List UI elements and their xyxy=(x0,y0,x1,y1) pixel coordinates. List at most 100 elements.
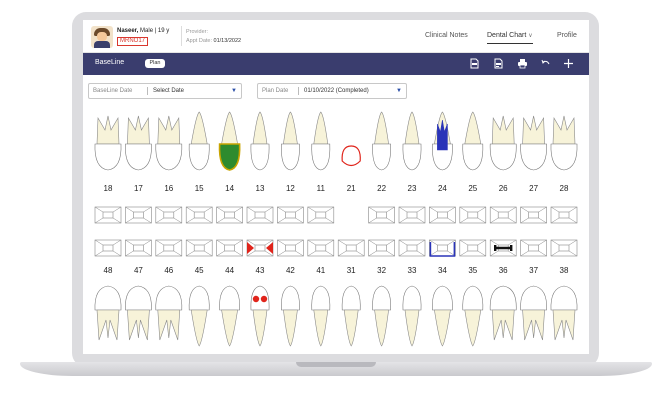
tooth-number-27[interactable]: 27 xyxy=(522,184,546,193)
tooth-44-root xyxy=(221,309,238,347)
tooth-number-21[interactable]: 21 xyxy=(339,184,363,193)
tooth-27-root xyxy=(522,115,545,145)
tooth-28-crown xyxy=(550,143,578,171)
tooth-number-43[interactable]: 43 xyxy=(248,266,272,275)
tooth-number-13[interactable]: 13 xyxy=(248,184,272,193)
tooth-35-crown xyxy=(462,285,484,311)
tooth-number-38[interactable]: 38 xyxy=(552,266,576,275)
tooth-number-16[interactable]: 16 xyxy=(157,184,181,193)
tooth-number-18[interactable]: 18 xyxy=(96,184,120,193)
tooth-13-root xyxy=(252,111,268,145)
surface-grid-37-center xyxy=(528,244,539,252)
tooth-43-root xyxy=(252,309,268,347)
tooth-number-32[interactable]: 32 xyxy=(370,266,394,275)
tooth-number-25[interactable]: 25 xyxy=(461,184,485,193)
surface-grid-31-center xyxy=(345,244,357,252)
tooth-number-23[interactable]: 23 xyxy=(400,184,424,193)
tooth-11-crown xyxy=(311,143,331,171)
tooth-number-11[interactable]: 11 xyxy=(309,184,333,193)
tooth-16-root xyxy=(157,115,181,145)
tooth-38-crown xyxy=(550,285,578,311)
surface-grid-24-center xyxy=(437,211,448,219)
surface-grid-46-center xyxy=(163,244,175,252)
tooth-31-crown xyxy=(341,285,361,311)
tooth-22-crown xyxy=(372,143,391,171)
tooth-44-crown xyxy=(219,285,240,311)
surface-grid-22-center xyxy=(376,211,387,219)
tooth-37-root xyxy=(522,309,545,341)
tooth-14-crown xyxy=(218,143,241,171)
surface-grid-34-center xyxy=(437,244,448,252)
tooth-13-crown xyxy=(250,143,270,171)
tooth-47-crown xyxy=(125,285,152,311)
tooth-15-crown xyxy=(188,143,210,171)
tooth-45-crown xyxy=(188,285,210,311)
tooth-11-root xyxy=(313,111,329,145)
tooth-number-48[interactable]: 48 xyxy=(96,266,120,275)
tooth-number-15[interactable]: 15 xyxy=(187,184,211,193)
tooth-18-crown xyxy=(94,143,122,171)
tooth-31-root xyxy=(343,309,359,347)
tooth-38-root xyxy=(552,309,576,341)
tooth-22-root xyxy=(374,111,389,145)
tooth-23-crown xyxy=(402,143,422,171)
tooth-number-34[interactable]: 34 xyxy=(430,266,454,275)
tooth-26-root xyxy=(491,115,515,145)
surface-grid-18-center xyxy=(102,211,114,219)
tooth-number-12[interactable]: 12 xyxy=(278,184,302,193)
tooth-number-17[interactable]: 17 xyxy=(126,184,150,193)
tooth-42-crown xyxy=(281,285,300,311)
surface-grid-35-center xyxy=(467,244,479,252)
tooth-number-26[interactable]: 26 xyxy=(491,184,515,193)
surface-grid-14-center xyxy=(224,211,235,219)
surface-grid-15-center xyxy=(193,211,205,219)
tooth-28-root xyxy=(552,115,576,145)
tooth-36-root xyxy=(491,309,515,341)
surface-grid-48-center xyxy=(102,244,114,252)
tooth-17-crown xyxy=(125,143,152,171)
surface-grid-17-center xyxy=(133,211,144,219)
app-screen: Naseer, Male | 19 y MRNO17 Provider: App… xyxy=(83,20,589,354)
tooth-43-filling-right xyxy=(260,295,268,303)
tooth-number-31[interactable]: 31 xyxy=(339,266,363,275)
tooth-46-crown xyxy=(155,285,183,311)
tooth-number-36[interactable]: 36 xyxy=(491,266,515,275)
tooth-number-33[interactable]: 33 xyxy=(400,266,424,275)
surface-grid-23-center xyxy=(406,211,418,219)
surface-grid-13-center xyxy=(254,211,266,219)
surface-grid-44-center xyxy=(224,244,235,252)
tooth-number-24[interactable]: 24 xyxy=(430,184,454,193)
tooth-number-42[interactable]: 42 xyxy=(278,266,302,275)
surface-grid-11-center xyxy=(315,211,327,219)
surface-grid-25-center xyxy=(467,211,479,219)
tooth-number-44[interactable]: 44 xyxy=(218,266,242,275)
surface-grid-26-center xyxy=(497,211,509,219)
tooth-number-41[interactable]: 41 xyxy=(309,266,333,275)
tooth-14-root xyxy=(221,111,238,145)
tooth-number-22[interactable]: 22 xyxy=(370,184,394,193)
tooth-25-root xyxy=(464,111,482,145)
tooth-32-root xyxy=(374,309,389,347)
surface-grid-27-center xyxy=(528,211,539,219)
tooth-number-45[interactable]: 45 xyxy=(187,266,211,275)
tooth-number-28[interactable]: 28 xyxy=(552,184,576,193)
tooth-number-47[interactable]: 47 xyxy=(126,266,150,275)
tooth-12-root xyxy=(283,111,298,145)
tooth-33-crown xyxy=(402,285,422,311)
tooth-48-crown xyxy=(94,285,122,311)
tooth-43-filling-left xyxy=(252,295,260,303)
tooth-number-14[interactable]: 14 xyxy=(218,184,242,193)
surface-grid-16-center xyxy=(163,211,175,219)
surface-grid-12-center xyxy=(285,211,296,219)
laptop-notch xyxy=(296,362,376,367)
tooth-26-crown xyxy=(489,143,517,171)
surface-grid-28-center xyxy=(558,211,570,219)
tooth-number-35[interactable]: 35 xyxy=(461,266,485,275)
tooth-18-root xyxy=(96,115,120,145)
tooth-37-crown xyxy=(520,285,547,311)
tooth-35-root xyxy=(464,309,482,347)
tooth-27-crown xyxy=(520,143,547,171)
tooth-17-root xyxy=(127,115,150,145)
tooth-number-46[interactable]: 46 xyxy=(157,266,181,275)
tooth-number-37[interactable]: 37 xyxy=(522,266,546,275)
